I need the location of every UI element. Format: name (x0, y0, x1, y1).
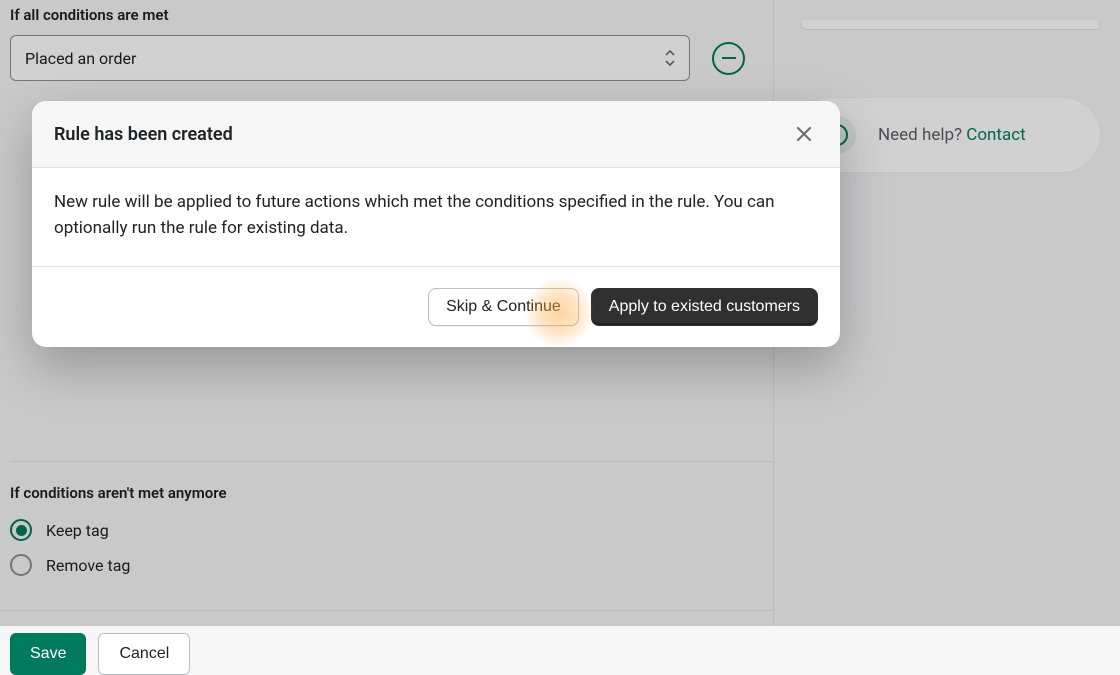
skip-continue-button[interactable]: Skip & Continue (428, 288, 579, 326)
modal-footer: Skip & Continue Apply to existed custome… (32, 266, 840, 347)
cancel-button[interactable]: Cancel (98, 633, 190, 675)
modal-header: Rule has been created (32, 101, 840, 167)
save-button[interactable]: Save (10, 633, 86, 675)
close-icon (795, 125, 813, 143)
modal-title: Rule has been created (54, 124, 233, 145)
modal-close-button[interactable] (792, 122, 816, 146)
modal-rule-created: Rule has been created New rule will be a… (32, 101, 840, 347)
modal-body: New rule will be applied to future actio… (32, 167, 840, 266)
apply-existing-button[interactable]: Apply to existed customers (591, 288, 818, 326)
